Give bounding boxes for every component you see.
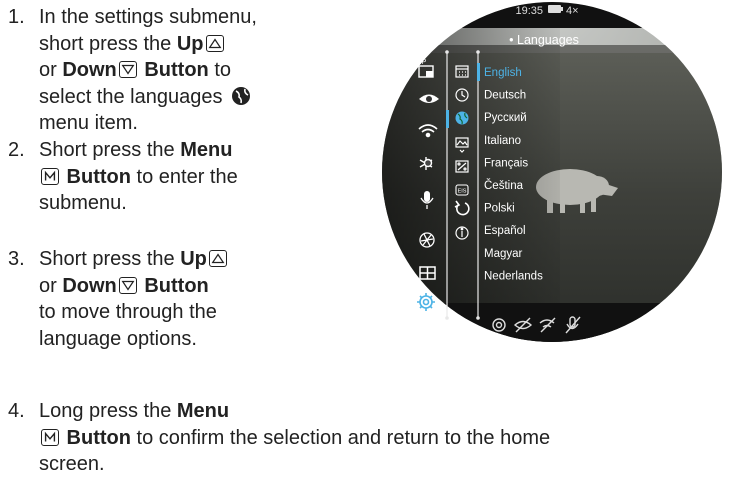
- settings-selection-marker: [446, 110, 449, 128]
- settings-gear-icon[interactable]: [417, 293, 435, 311]
- language-option[interactable]: Italiano: [484, 135, 521, 147]
- language-option[interactable]: Nederlands: [484, 270, 543, 282]
- battery-icon: [548, 5, 563, 13]
- globe-icon[interactable]: [455, 111, 469, 125]
- language-option[interactable]: Français: [484, 157, 528, 169]
- language-option[interactable]: Deutsch: [484, 90, 526, 102]
- device-screen: 19:35 4× • Languages PIP EIS EnglishDeut…: [382, 2, 722, 342]
- language-option[interactable]: Русский: [484, 112, 527, 124]
- language-option[interactable]: Magyar: [484, 248, 523, 260]
- language-option[interactable]: Polski: [484, 203, 515, 215]
- status-time: 19:35: [515, 5, 543, 17]
- menu-title: • Languages: [509, 33, 579, 47]
- language-option[interactable]: English: [484, 67, 522, 79]
- language-option[interactable]: Español: [484, 225, 526, 237]
- svg-text:EIS: EIS: [458, 189, 467, 195]
- language-selection-marker: [477, 63, 480, 81]
- language-option[interactable]: Čeština: [484, 179, 524, 192]
- svg-text:PIP: PIP: [415, 59, 427, 66]
- status-zoom: 4×: [566, 5, 579, 17]
